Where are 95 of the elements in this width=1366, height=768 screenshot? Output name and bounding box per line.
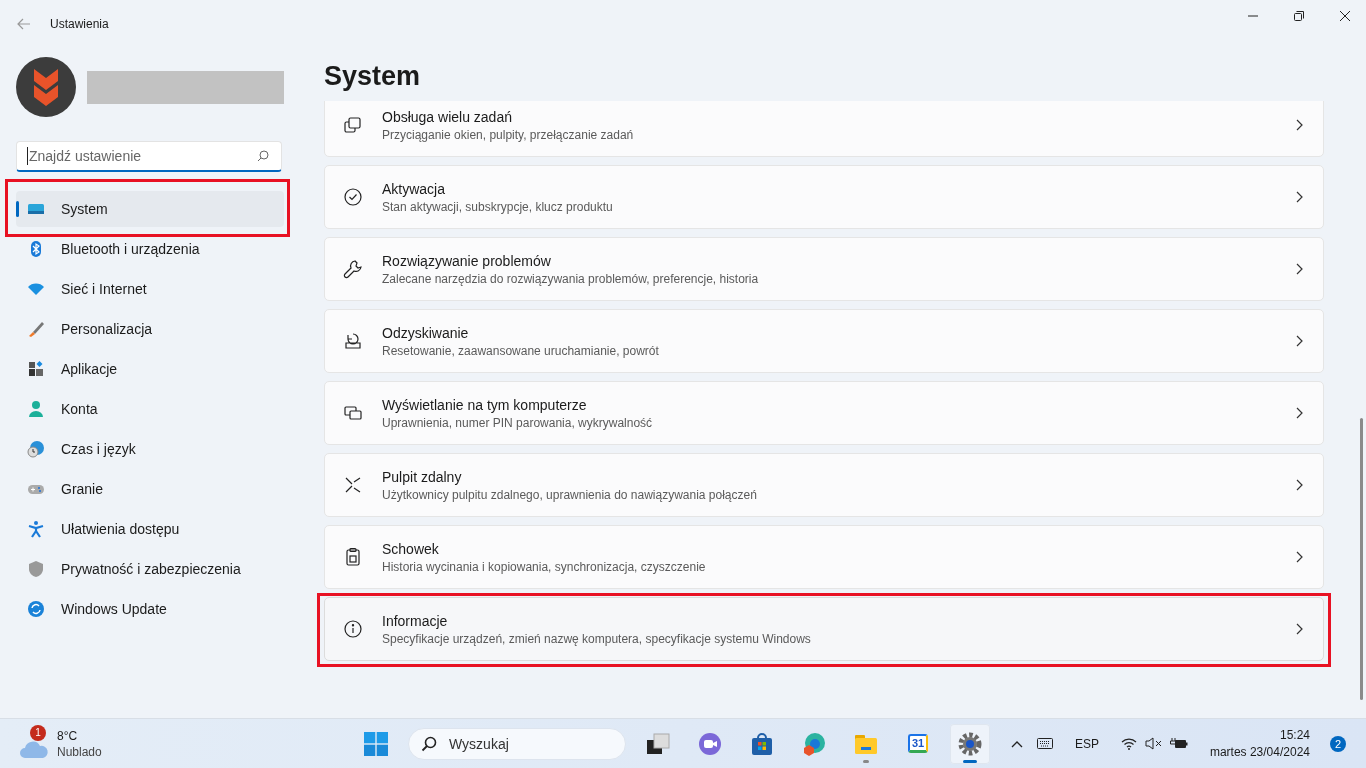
chevron-right-icon (1296, 335, 1303, 347)
close-icon[interactable] (1340, 11, 1350, 21)
setting-description: Uprawnienia, numer PIN parowania, wykrywalność (382, 415, 654, 430)
sidebar-item[interactable]: Aplikacje (16, 351, 284, 387)
search-icon (257, 150, 269, 162)
chat-icon (698, 731, 722, 756)
wifi-icon[interactable] (1120, 737, 1137, 750)
chevron-right-icon (1296, 119, 1303, 131)
settings-card[interactable]: Aktywacja Stan aktywacji, subskrypcje, klucz produktu (324, 165, 1324, 229)
muted-speaker-icon[interactable] (1144, 737, 1162, 750)
person-icon (27, 400, 45, 418)
info-icon (343, 619, 363, 639)
start-icon[interactable] (364, 731, 388, 756)
taskbar-search-field[interactable]: Wyszukaj (408, 727, 626, 760)
chevron-right-icon (1296, 191, 1303, 203)
remote-arrows-icon (343, 475, 363, 495)
settings-card[interactable]: Wyświetlanie na tym komputerze Uprawnienia, numer PIN parowania, wykrywalność (324, 381, 1324, 445)
setting-title: Schowek (382, 540, 440, 557)
calendar-tile: 31 (908, 734, 928, 753)
chevron-right-icon (1296, 551, 1303, 563)
sidebar-item[interactable]: Ułatwienia dostępu (16, 511, 284, 547)
setting-description: Przyciąganie okien, pulpity, przełączanie zadań (382, 127, 635, 142)
sidebar-item[interactable]: Bluetooth i urządzenia (16, 231, 284, 267)
chevron-right-icon (1296, 479, 1303, 491)
check-circle-icon (343, 187, 363, 207)
sync-icon (27, 600, 45, 618)
keyboard-icon[interactable] (1036, 738, 1053, 749)
browser-icon (802, 731, 826, 756)
sidebar-item[interactable]: Prywatność i zabezpieczenia (16, 551, 284, 587)
shield-icon (27, 560, 45, 578)
scrollbar[interactable] (1360, 418, 1363, 700)
clock-globe-icon (27, 440, 45, 458)
setting-description: Zalecane narzędzia do rozwiązywania problemów, preferencje, historia (382, 271, 760, 286)
chevron-right-icon (1296, 407, 1303, 419)
battery-charging-icon[interactable] (1169, 737, 1188, 750)
settings-card[interactable]: Rozwiązywanie problemów Zalecane narzędzia do rozwiązywania problemów, preferencje, historia (324, 237, 1324, 301)
sidebar-item[interactable]: System (16, 191, 284, 227)
setting-description: Specyfikacje urządzeń, zmień nazwę komputera, specyfikacje systemu Windows (382, 631, 812, 646)
sidebar-item[interactable]: Konta (16, 391, 284, 427)
setting-title: Wyświetlanie na tym komputerze (382, 396, 588, 413)
chevron-up-icon[interactable] (1010, 739, 1023, 748)
setting-description: Użytkownicy pulpitu zdalnego, uprawnienia do nawiązywania połączeń (382, 487, 758, 502)
settings-card[interactable]: Pulpit zdalny Użytkownicy pulpitu zdalnego, uprawnienia do nawiązywania połączeń (324, 453, 1324, 517)
settings-icon (958, 731, 982, 756)
taskbar-search-input[interactable]: Wyszukaj (447, 734, 611, 753)
running-indicator (963, 759, 977, 763)
search-icon (421, 735, 437, 752)
running-indicator (863, 759, 869, 763)
selection-indicator (16, 201, 19, 217)
setting-description: Stan aktywacji, subskrypcje, klucz produktu (382, 199, 614, 214)
restore-icon[interactable] (1294, 11, 1304, 21)
clipboard-icon (343, 547, 363, 567)
clock-time[interactable]: 15:24 (1279, 728, 1310, 742)
window-title: Ustawienia (50, 17, 109, 31)
sidebar-item[interactable]: Czas i język (16, 431, 284, 467)
wrench-icon (343, 259, 363, 279)
setting-title: Obsługa wielu zadań (382, 108, 513, 125)
back-arrow-icon[interactable] (17, 18, 31, 30)
setting-title: Rozwiązywanie problemów (382, 252, 552, 269)
search-input[interactable]: Znajdź ustawienie (27, 147, 257, 165)
chevron-right-icon (1296, 263, 1303, 275)
settings-card[interactable]: Obsługa wielu zadań Przyciąganie okien, pulpity, przełączanie zadań (324, 101, 1324, 157)
accessibility-icon (27, 520, 45, 538)
notification-count-badge[interactable]: 2 (1330, 735, 1346, 752)
page-title: System (324, 60, 422, 93)
avatar-logo (16, 57, 76, 117)
setting-description: Historia wycinania i kopiowania, synchronizacja, czyszczenie (382, 559, 707, 574)
language-indicator[interactable]: ESP (1074, 736, 1099, 751)
chevron-right-icon (1296, 623, 1303, 635)
settings-card[interactable]: Informacje Specyfikacje urządzeń, zmień nazwę komputera, specyfikacje systemu Windows (324, 597, 1324, 661)
clock-date[interactable]: martes 23/04/2024 (1209, 745, 1310, 759)
windows-stack-icon (343, 115, 363, 135)
brush-icon (27, 320, 45, 338)
settings-taskbar-button[interactable] (950, 723, 990, 764)
sidebar-item[interactable]: Sieć i Internet (16, 271, 284, 307)
recovery-icon (343, 331, 363, 351)
sidebar-item[interactable]: Personalizacja (16, 311, 284, 347)
weather-condition: Nublado (57, 744, 102, 759)
apps-icon (27, 360, 45, 378)
store-icon (750, 731, 774, 756)
settings-card[interactable]: Schowek Historia wycinania i kopiowania, synchronizacja, czyszczenie (324, 525, 1324, 589)
search-field[interactable]: Znajdź ustawienie (16, 141, 282, 172)
calendar-taskbar-button[interactable]: 31 (898, 723, 938, 764)
notification-badge: 1 (30, 724, 46, 741)
project-screen-icon (343, 403, 363, 423)
setting-description: Resetowanie, zaawansowane uruchamianie, powrót (382, 343, 660, 358)
sidebar-item[interactable]: Windows Update (16, 591, 284, 627)
setting-title: Aktywacja (382, 180, 447, 197)
sidebar-item[interactable]: Granie (16, 471, 284, 507)
settings-card[interactable]: Odzyskiwanie Resetowanie, zaawansowane uruchamianie, powrót (324, 309, 1324, 373)
setting-title: Pulpit zdalny (382, 468, 463, 485)
task-view-icon (646, 731, 670, 756)
setting-title: Odzyskiwanie (382, 324, 470, 341)
temperature: 8°C (57, 728, 79, 743)
setting-title: Informacje (382, 612, 449, 629)
